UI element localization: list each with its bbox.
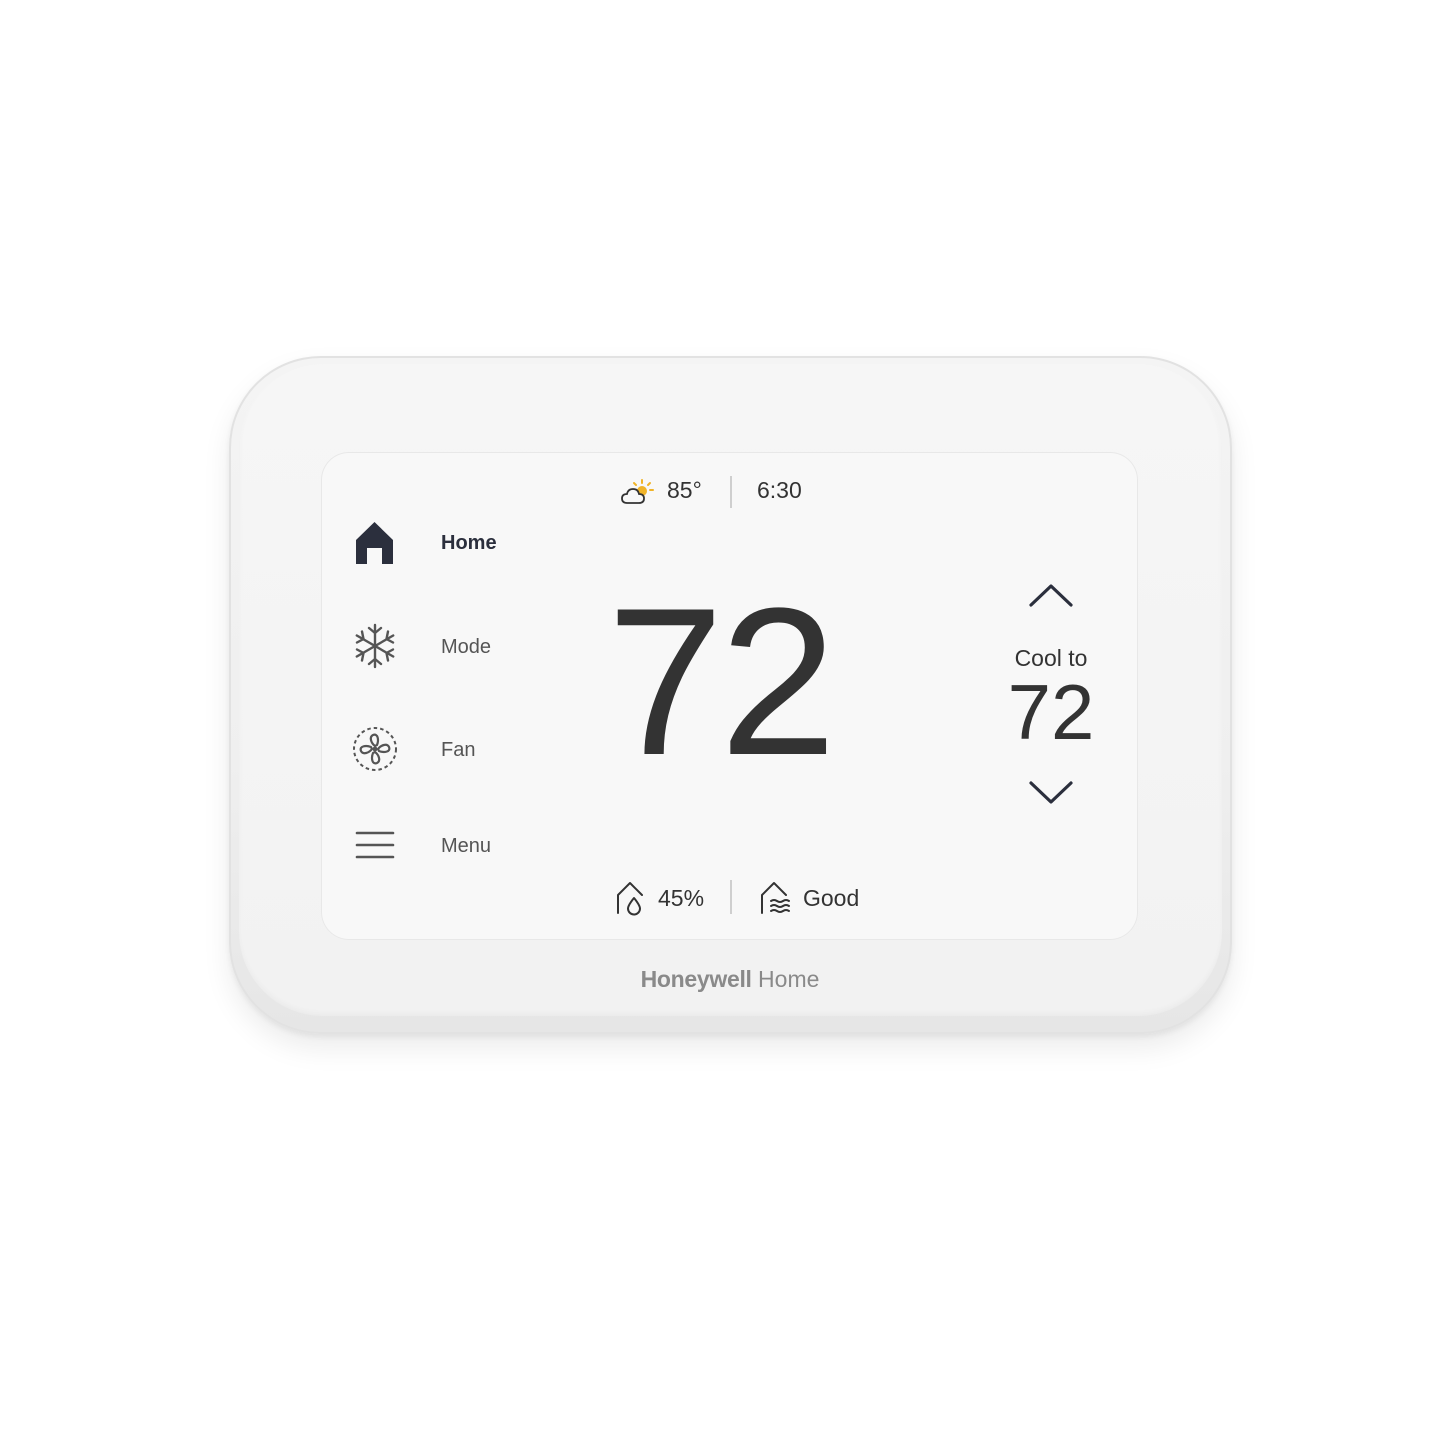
home-icon xyxy=(356,522,393,564)
sidebar-item-home[interactable]: Home xyxy=(351,518,511,568)
setpoint-value[interactable]: 72 xyxy=(991,672,1111,752)
hamburger-menu-icon xyxy=(355,831,395,859)
brand-secondary-text: Home xyxy=(758,966,820,992)
sidebar-item-label: Mode xyxy=(441,636,492,658)
brand-secondary: Home xyxy=(752,966,820,992)
touchscreen: 85° 6:30 Home Mode Fan Menu 72 Cool to 7… xyxy=(321,452,1138,940)
indoor-humidity: 45% xyxy=(658,885,705,911)
sidebar-item-label: Fan xyxy=(441,739,476,761)
outdoor-temperature: 85° xyxy=(667,477,702,503)
sidebar-item-label: Home xyxy=(441,532,497,554)
clock: 6:30 xyxy=(757,477,802,503)
sidebar-item-fan[interactable]: Fan xyxy=(351,725,511,775)
status-divider xyxy=(730,476,732,508)
snowflake-icon xyxy=(355,623,395,669)
sidebar-item-mode[interactable]: Mode xyxy=(351,622,511,672)
indoor-humidity-icon xyxy=(617,882,643,916)
brand-primary: Honeywell xyxy=(640,966,752,992)
indoor-air-quality-icon xyxy=(761,882,790,914)
indoor-air-quality: Good xyxy=(803,885,860,911)
current-temperature: 72 xyxy=(607,564,837,799)
chevron-down-icon[interactable] xyxy=(1025,778,1077,808)
brand-logo: Honeywell Home xyxy=(560,966,900,993)
chevron-up-icon[interactable] xyxy=(1025,580,1077,610)
status-divider xyxy=(730,880,732,914)
partly-sunny-icon xyxy=(621,479,654,504)
sidebar-item-label: Menu xyxy=(441,835,492,857)
fan-icon xyxy=(353,727,397,771)
sidebar-item-menu[interactable]: Menu xyxy=(351,821,511,871)
